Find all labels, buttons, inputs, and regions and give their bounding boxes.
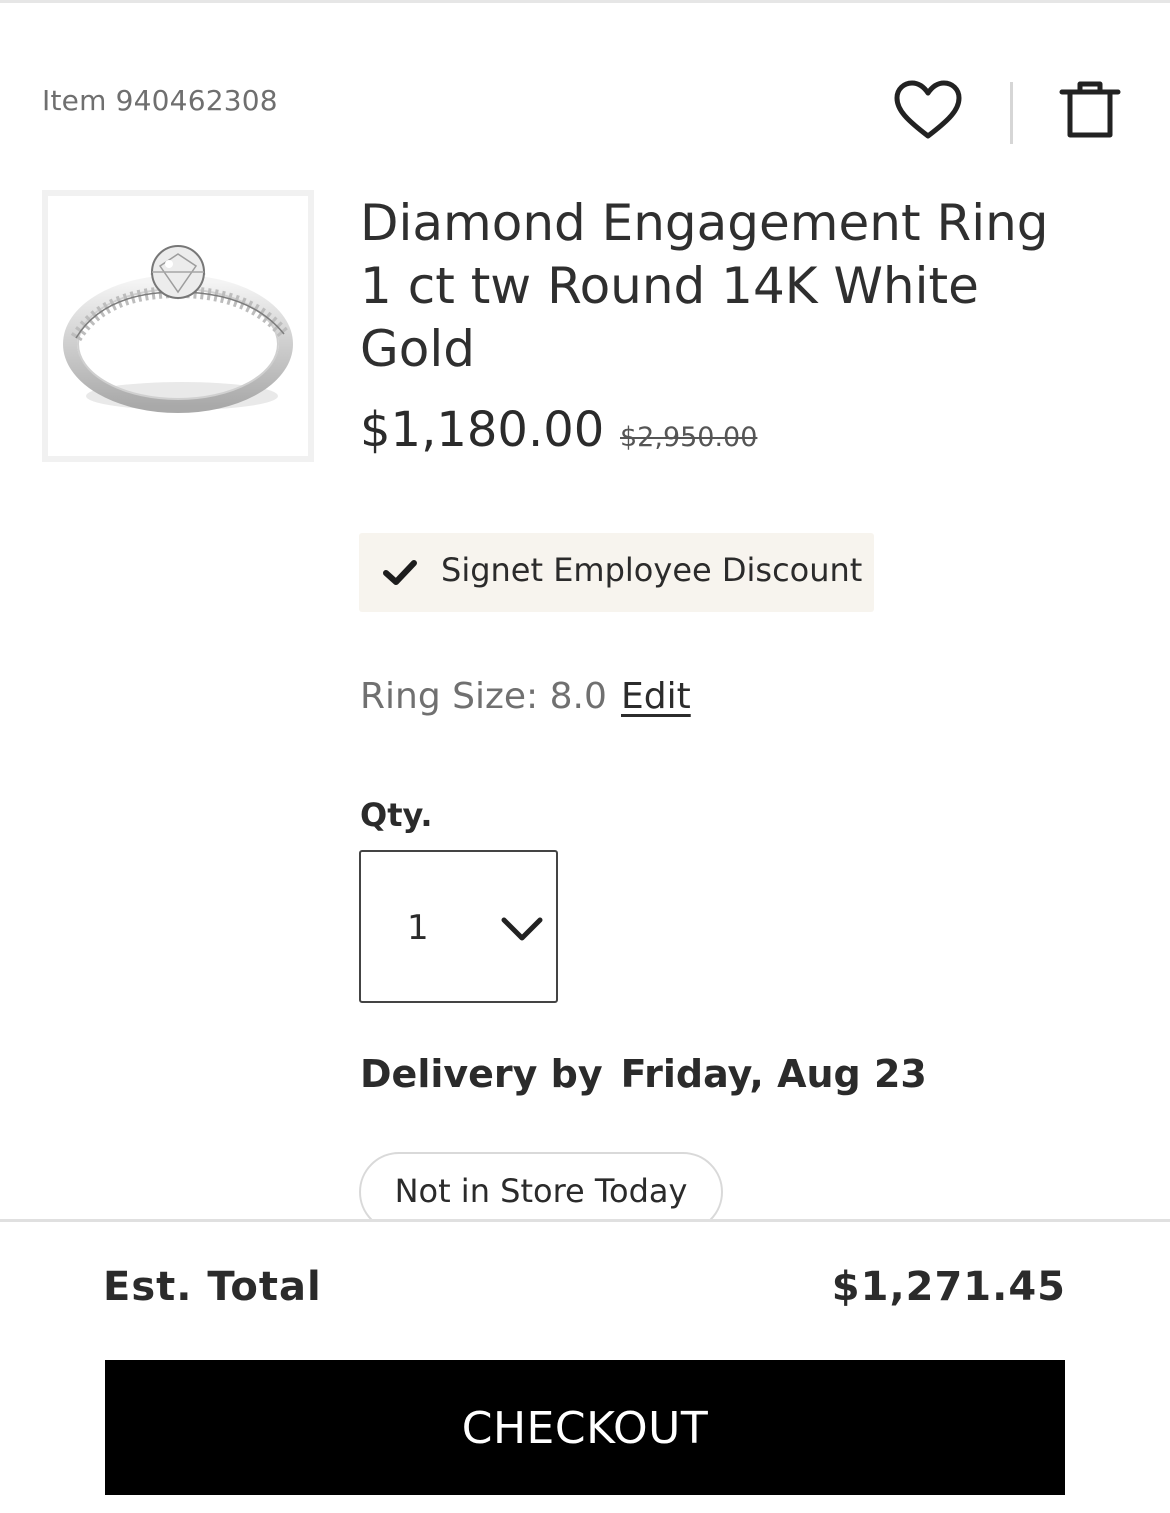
- ring-size-edit-link[interactable]: Edit: [621, 676, 691, 717]
- header-divider: [1010, 82, 1013, 144]
- delivery-label: Delivery by: [360, 1052, 603, 1096]
- checkout-button[interactable]: CHECKOUT: [105, 1360, 1065, 1495]
- product-image[interactable]: [42, 190, 314, 462]
- quantity-value: 1: [407, 908, 429, 948]
- ring-image: [63, 245, 293, 413]
- heart-icon[interactable]: [893, 80, 963, 142]
- original-price: $2,950.00: [620, 422, 758, 453]
- top-divider: [0, 0, 1170, 3]
- product-title[interactable]: Diamond Engagement Ring 1 ct tw Round 14…: [360, 192, 1060, 381]
- checkmark-icon: [383, 560, 417, 585]
- est-total-label: Est. Total: [103, 1264, 322, 1310]
- chevron-down-icon: [501, 917, 543, 941]
- delivery-estimate: Delivery by Friday, Aug 23: [360, 1052, 927, 1096]
- ring-size-label: Ring Size: 8.0: [360, 676, 607, 717]
- delivery-date: Friday, Aug 23: [620, 1052, 927, 1096]
- checkout-panel: Est. Total $1,271.45 CHECKOUT: [0, 1219, 1170, 1513]
- quantity-select[interactable]: 1: [359, 850, 558, 1003]
- est-total-value: $1,271.45: [831, 1264, 1066, 1310]
- quantity-label: Qty.: [360, 796, 433, 834]
- discount-label: Signet Employee Discount: [441, 551, 863, 589]
- sale-price: $1,180.00: [360, 402, 605, 458]
- item-number: Item 940462308: [42, 84, 278, 117]
- discount-badge: Signet Employee Discount: [359, 533, 874, 612]
- trash-icon[interactable]: [1058, 78, 1122, 144]
